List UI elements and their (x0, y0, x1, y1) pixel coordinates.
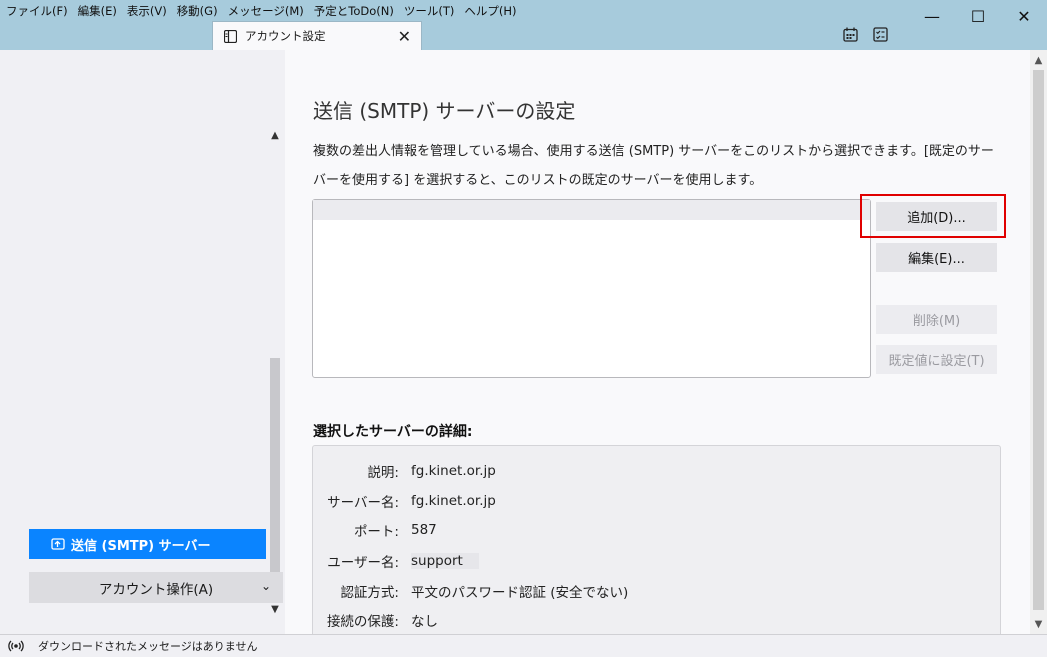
minimize-button[interactable]: — (909, 0, 955, 32)
detail-value: support (411, 553, 479, 569)
sidebar-scroll-down-icon[interactable]: ▼ (268, 602, 282, 616)
menu-help[interactable]: ヘルプ(H) (464, 3, 516, 19)
window-controls: — ☐ ✕ (909, 0, 1047, 32)
menu-events-tasks[interactable]: 予定とToDo(N) (314, 3, 394, 19)
detail-value: なし (411, 614, 438, 630)
detail-value: 平文のパスワード認証 (安全でない) (411, 585, 629, 601)
settings-page-icon (223, 29, 237, 43)
detail-row-username: ユーザー名: support (313, 550, 1000, 572)
server-list-header (313, 200, 870, 220)
close-window-button[interactable]: ✕ (1001, 0, 1047, 32)
scroll-up-icon[interactable]: ▲ (1030, 52, 1047, 69)
tab-account-settings[interactable]: アカウント設定 ✕ (212, 21, 422, 50)
tab-label: アカウント設定 (245, 29, 326, 43)
account-actions-label: アカウント操作(A) (98, 581, 214, 598)
detail-key: 説明: (367, 465, 399, 481)
account-actions-button[interactable]: アカウント操作(A) ⌄ (29, 572, 283, 603)
delete-button[interactable]: 削除(M) (876, 305, 997, 334)
sidebar-scroll-up-icon[interactable]: ▲ (268, 128, 282, 142)
sidebar-item-label: 送信 (SMTP) サーバー (71, 538, 211, 554)
main-scrollbar[interactable]: ▲ ▼ (1030, 50, 1047, 634)
smtp-server-list[interactable] (312, 199, 871, 378)
main-panel: 送信 (SMTP) サーバーの設定 複数の差出人情報を管理している場合、使用する… (285, 50, 1030, 634)
highlight-box (860, 194, 1006, 238)
detail-key: サーバー名: (327, 495, 399, 511)
edit-button[interactable]: 編集(E)... (876, 243, 997, 272)
maximize-button[interactable]: ☐ (955, 0, 1001, 32)
menu-view[interactable]: 表示(V) (127, 3, 167, 19)
menu-edit[interactable]: 編集(E) (78, 3, 117, 19)
scroll-down-icon[interactable]: ▼ (1030, 616, 1047, 633)
server-details: 説明: fg.kinet.or.jp サーバー名: fg.kinet.or.jp… (312, 445, 1001, 634)
detail-value: fg.kinet.or.jp (411, 493, 496, 509)
detail-key: ユーザー名: (327, 555, 399, 571)
detail-value: fg.kinet.or.jp (411, 463, 496, 479)
status-text: ダウンロードされたメッセージはありません (38, 640, 258, 653)
menu-tools[interactable]: ツール(T) (404, 3, 455, 19)
sidebar-item-outgoing-server[interactable]: 送信 (SMTP) サーバー (29, 529, 266, 559)
broadcast-icon[interactable] (8, 638, 24, 654)
page-title: 送信 (SMTP) サーバーの設定 (313, 99, 576, 123)
menu-bar: ファイル(F) 編集(E) 表示(V) 移動(G) メッセージ(M) 予定とTo… (0, 0, 526, 22)
toolbar-icons (843, 27, 889, 43)
detail-row-server-name: サーバー名: fg.kinet.or.jp (313, 490, 1000, 512)
description-text: 複数の差出人情報を管理している場合、使用する送信 (SMTP) サーバーをこのリ… (313, 137, 1013, 195)
chevron-down-icon: ⌄ (260, 579, 271, 593)
menu-file[interactable]: ファイル(F) (6, 3, 68, 19)
detail-row-auth-method: 認証方式: 平文のパスワード認証 (安全でない) (313, 580, 1000, 602)
detail-row-port: ポート: 587 (313, 519, 1000, 541)
title-bar: ファイル(F) 編集(E) 表示(V) 移動(G) メッセージ(M) 予定とTo… (0, 0, 1047, 50)
sidebar-scrollbar[interactable]: ▲ ▼ (268, 128, 282, 616)
detail-row-connection-security: 接続の保護: なし (313, 609, 1000, 631)
sidebar-scroll-thumb[interactable] (270, 358, 280, 598)
menu-go[interactable]: 移動(G) (177, 3, 218, 19)
details-title: 選択したサーバーの詳細: (313, 424, 473, 440)
menu-message[interactable]: メッセージ(M) (228, 3, 304, 19)
calendar-icon[interactable] (843, 27, 859, 43)
detail-value: 587 (411, 522, 437, 538)
tab-close-icon[interactable]: ✕ (398, 27, 411, 46)
detail-row-description: 説明: fg.kinet.or.jp (313, 460, 1000, 482)
detail-key: 接続の保護: (326, 614, 399, 630)
status-bar: ダウンロードされたメッセージはありません (0, 634, 1047, 657)
set-default-button[interactable]: 既定値に設定(T) (876, 345, 997, 374)
detail-key: ポート: (353, 524, 399, 540)
detail-key: 認証方式: (340, 585, 399, 601)
description-line-2: バーを使用する] を選択すると、このリストの既定のサーバーを使用します。 (313, 173, 763, 188)
tasks-icon[interactable] (873, 27, 889, 43)
description-line-1: 複数の差出人情報を管理している場合、使用する送信 (SMTP) サーバーをこのリ… (313, 144, 994, 159)
outgoing-server-icon (51, 537, 65, 551)
main-scroll-thumb[interactable] (1033, 70, 1044, 610)
